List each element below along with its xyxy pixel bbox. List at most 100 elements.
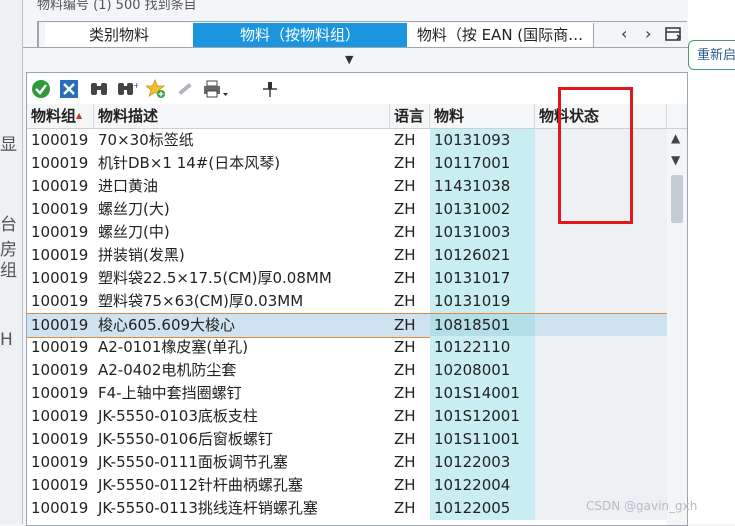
cell-material-group[interactable]: 100019: [27, 152, 94, 175]
cell-material-group[interactable]: 100019: [27, 221, 94, 244]
tab-material-by-group[interactable]: 物料（按物料组）: [193, 23, 408, 47]
tab-category-material[interactable]: 类别物料: [45, 23, 194, 47]
find-icon[interactable]: [88, 78, 110, 100]
cell-material[interactable]: 10131003: [430, 221, 535, 244]
add-favorite-icon[interactable]: [145, 78, 167, 100]
cell-material-status[interactable]: [535, 314, 667, 337]
table-row[interactable]: 100019 塑料袋75×63(CM)厚0.03MM ZH 10131019: [27, 290, 667, 313]
cell-material[interactable]: 10131093: [430, 129, 535, 152]
cell-material-group[interactable]: 100019: [27, 267, 94, 290]
cell-description[interactable]: 塑料袋75×63(CM)厚0.03MM: [94, 290, 390, 313]
cell-language[interactable]: ZH: [390, 175, 430, 198]
cell-material[interactable]: 101S11001: [430, 428, 535, 451]
table-row[interactable]: 100019 梭心605.609大梭心 ZH 10818501: [27, 313, 667, 338]
cell-description[interactable]: 机针DB×1 14#(日本风琴): [94, 152, 390, 175]
cell-material-group[interactable]: 100019: [27, 405, 94, 428]
cell-material[interactable]: 10122004: [430, 474, 535, 497]
cell-material-status[interactable]: [535, 290, 667, 313]
column-header-description[interactable]: 物料描述: [94, 104, 390, 128]
cell-material-status[interactable]: [535, 405, 667, 428]
scroll-down-icon[interactable]: ▼: [671, 153, 680, 167]
cell-language[interactable]: ZH: [390, 428, 430, 451]
cell-material[interactable]: 10122003: [430, 451, 535, 474]
cell-material-status[interactable]: [535, 474, 667, 497]
cell-language[interactable]: ZH: [390, 129, 430, 152]
cell-description[interactable]: 塑料袋22.5×17.5(CM)厚0.08MM: [94, 267, 390, 290]
cell-material-group[interactable]: 100019: [27, 428, 94, 451]
cell-description[interactable]: 70×30标签纸: [94, 129, 390, 152]
cell-material-group[interactable]: 100019: [27, 198, 94, 221]
tab-prev-icon[interactable]: ‹: [621, 24, 627, 43]
cell-description[interactable]: 螺丝刀(中): [94, 221, 390, 244]
cell-description[interactable]: JK-5550-0113挑线连杆销螺孔塞: [94, 497, 390, 520]
cell-description[interactable]: JK-5550-0106后窗板螺钉: [94, 428, 390, 451]
cell-material-group[interactable]: 100019: [27, 451, 94, 474]
cell-description[interactable]: JK-5550-0112针杆曲柄螺孔塞: [94, 474, 390, 497]
cell-language[interactable]: ZH: [390, 198, 430, 221]
table-row[interactable]: 100019 JK-5550-0106后窗板螺钉 ZH 101S11001: [27, 428, 667, 451]
cell-description[interactable]: A2-0101橡皮塞(单孔): [94, 336, 390, 359]
cell-material[interactable]: 101S12001: [430, 405, 535, 428]
cell-material-group[interactable]: 100019: [27, 290, 94, 313]
table-row[interactable]: 100019 JK-5550-0103底板支柱 ZH 101S12001: [27, 405, 667, 428]
cell-material[interactable]: 10126021: [430, 244, 535, 267]
cell-language[interactable]: ZH: [390, 336, 430, 359]
cell-language[interactable]: ZH: [390, 221, 430, 244]
cell-material[interactable]: 10208001: [430, 359, 535, 382]
restart-button[interactable]: 重新启: [688, 40, 735, 70]
cell-material-status[interactable]: [535, 244, 667, 267]
cell-material-status[interactable]: [535, 336, 667, 359]
cell-material[interactable]: 10122110: [430, 336, 535, 359]
column-header-language[interactable]: 语言: [390, 104, 430, 128]
cell-material[interactable]: 10131019: [430, 290, 535, 313]
cell-material-group[interactable]: 100019: [27, 129, 94, 152]
cell-material[interactable]: 10818501: [430, 314, 535, 337]
table-row[interactable]: 100019 塑料袋22.5×17.5(CM)厚0.08MM ZH 10131017: [27, 267, 667, 290]
cell-language[interactable]: ZH: [390, 152, 430, 175]
cell-material-group[interactable]: 100019: [27, 497, 94, 520]
table-row[interactable]: 100019 JK-5550-0113挑线连杆销螺孔塞 ZH 10122005: [27, 497, 667, 520]
table-row[interactable]: 100019 A2-0402电机防尘套 ZH 10208001: [27, 359, 667, 382]
cell-language[interactable]: ZH: [390, 267, 430, 290]
cell-material-group[interactable]: 100019: [27, 336, 94, 359]
cell-material-group[interactable]: 100019: [27, 244, 94, 267]
cell-description[interactable]: JK-5550-0103底板支柱: [94, 405, 390, 428]
cell-material[interactable]: 11431038: [430, 175, 535, 198]
cell-language[interactable]: ZH: [390, 359, 430, 382]
cell-language[interactable]: ZH: [390, 290, 430, 313]
cell-language[interactable]: ZH: [390, 244, 430, 267]
cell-material-group[interactable]: 100019: [27, 382, 94, 405]
table-row[interactable]: 100019 A2-0101橡皮塞(单孔) ZH 10122110: [27, 336, 667, 359]
cell-material[interactable]: 101S14001: [430, 382, 535, 405]
cell-description[interactable]: 拼装销(发黑): [94, 244, 390, 267]
cell-material[interactable]: 10131017: [430, 267, 535, 290]
cell-language[interactable]: ZH: [390, 382, 430, 405]
cell-material[interactable]: 10122005: [430, 497, 535, 520]
cell-material-status[interactable]: [535, 428, 667, 451]
table-row[interactable]: 100019 JK-5550-0112针杆曲柄螺孔塞 ZH 10122004: [27, 474, 667, 497]
tab-material-by-ean[interactable]: 物料（按 EAN (国际商…: [407, 23, 594, 47]
cell-language[interactable]: ZH: [390, 405, 430, 428]
cell-description[interactable]: 进口黄油: [94, 175, 390, 198]
cell-description[interactable]: 螺丝刀(大): [94, 198, 390, 221]
cell-material[interactable]: 10131002: [430, 198, 535, 221]
cell-language[interactable]: ZH: [390, 497, 430, 520]
cell-material-status[interactable]: [535, 451, 667, 474]
cell-material-status[interactable]: [535, 267, 667, 290]
tab-next-icon[interactable]: ›: [645, 24, 651, 43]
cell-description[interactable]: JK-5550-0111面板调节孔塞: [94, 451, 390, 474]
scroll-up-icon[interactable]: ▲: [671, 131, 680, 145]
cell-description[interactable]: F4-上轴中套挡圈螺钉: [94, 382, 390, 405]
settings-icon[interactable]: [174, 78, 196, 100]
scrollbar-thumb[interactable]: [671, 175, 683, 223]
column-header-material[interactable]: 物料: [430, 104, 535, 128]
cell-description[interactable]: A2-0402电机防尘套: [94, 359, 390, 382]
cell-material-status[interactable]: [535, 359, 667, 382]
cell-material[interactable]: 10117001: [430, 152, 535, 175]
cell-material-group[interactable]: 100019: [27, 175, 94, 198]
splitter-handle-icon[interactable]: ▼: [345, 53, 353, 66]
confirm-icon[interactable]: [30, 78, 52, 100]
cell-language[interactable]: ZH: [390, 451, 430, 474]
print-icon[interactable]: [203, 78, 229, 100]
tab-list-icon[interactable]: [665, 26, 683, 46]
